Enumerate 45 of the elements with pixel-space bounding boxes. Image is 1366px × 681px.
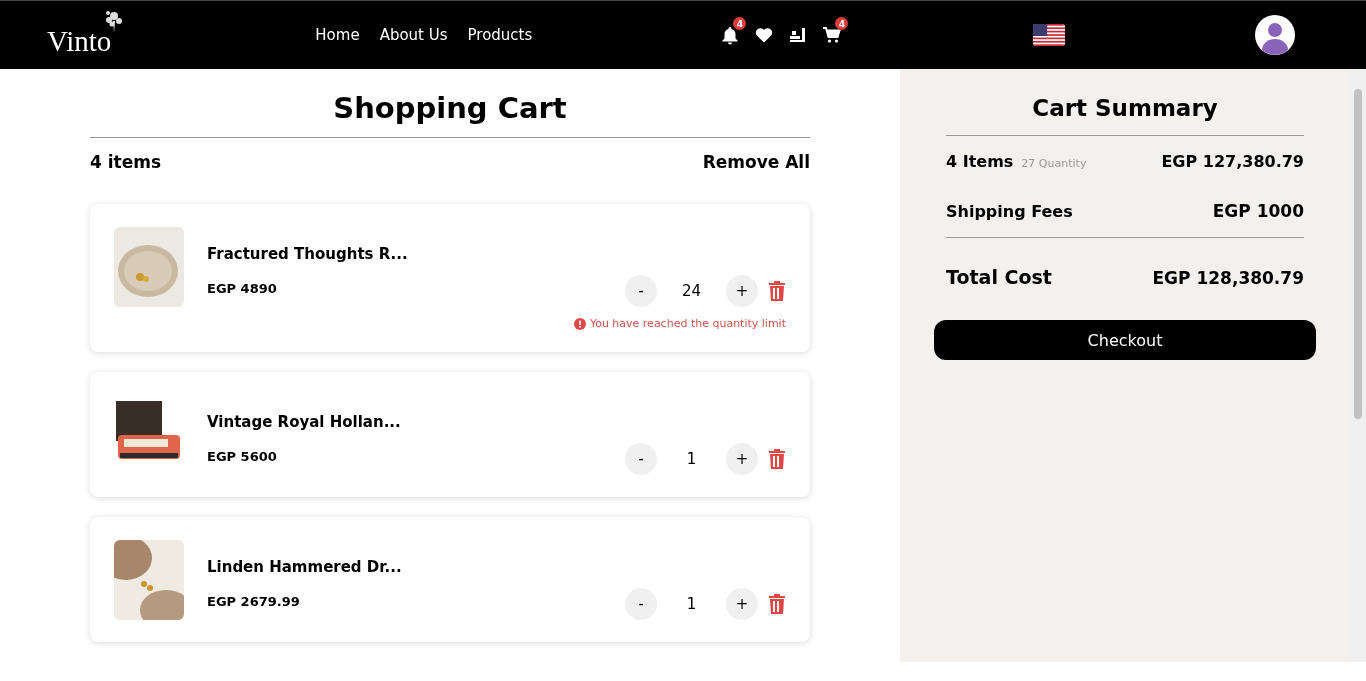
total-value: EGP 128,380.79: [1152, 268, 1304, 288]
decrease-button[interactable]: -: [625, 275, 657, 307]
trash-icon[interactable]: [768, 449, 786, 469]
avatar[interactable]: [1255, 15, 1296, 55]
nav-link[interactable]: Products: [467, 26, 533, 44]
increase-button[interactable]: +: [726, 588, 758, 620]
item-count: 4 items: [90, 152, 162, 172]
count-badge: 4: [733, 17, 747, 30]
product-name[interactable]: Linden Hammered Dr...: [207, 558, 402, 576]
logo-text[interactable]: Vinto: [47, 24, 112, 58]
product-price: EGP 5600: [207, 449, 278, 464]
nav-link[interactable]: About Us: [379, 26, 448, 44]
heart-icon[interactable]: [754, 25, 775, 45]
scrollbar[interactable]: [1350, 69, 1366, 662]
product-name[interactable]: Vintage Royal Hollan...: [207, 413, 401, 431]
warning-icon: [573, 317, 586, 330]
increase-button[interactable]: +: [726, 443, 758, 475]
quantity-value: 1: [685, 595, 698, 613]
decrease-button[interactable]: -: [625, 443, 657, 475]
count-badge: 4: [835, 17, 849, 30]
trash-icon[interactable]: [768, 281, 786, 301]
product-name[interactable]: Fractured Thoughts R...: [207, 245, 408, 263]
total-label: Total Cost: [946, 266, 1052, 288]
nav-link[interactable]: Home: [315, 26, 360, 44]
flag-icon[interactable]: [1033, 24, 1066, 46]
decrease-button[interactable]: -: [625, 588, 657, 620]
remove-all-button[interactable]: Remove All: [702, 152, 810, 172]
summary-label: 4 Items: [946, 152, 1014, 171]
bell-icon[interactable]: [720, 25, 741, 45]
increase-button[interactable]: +: [726, 275, 758, 307]
checkout-button[interactable]: Checkout: [934, 320, 1316, 360]
quantity-value: 24: [680, 282, 703, 300]
cart-icon[interactable]: [822, 25, 843, 45]
warning-message: You have reached the quantity limit: [589, 317, 786, 330]
page-title: Shopping Cart: [332, 91, 568, 125]
product-price: EGP 4890: [207, 281, 278, 296]
scrollbar-thumb[interactable]: [1354, 89, 1362, 419]
product-price: EGP 2679.99: [207, 594, 301, 609]
summary-title: Cart Summary: [1031, 95, 1219, 121]
summary-value: EGP 127,380.79: [1161, 152, 1304, 171]
trash-icon[interactable]: [768, 594, 786, 614]
summary-label: Shipping Fees: [946, 202, 1073, 221]
quantity-text: 27 Quantity: [1021, 157, 1087, 170]
summary-value: EGP 1000: [1212, 201, 1304, 221]
quantity-value: 1: [685, 450, 698, 468]
